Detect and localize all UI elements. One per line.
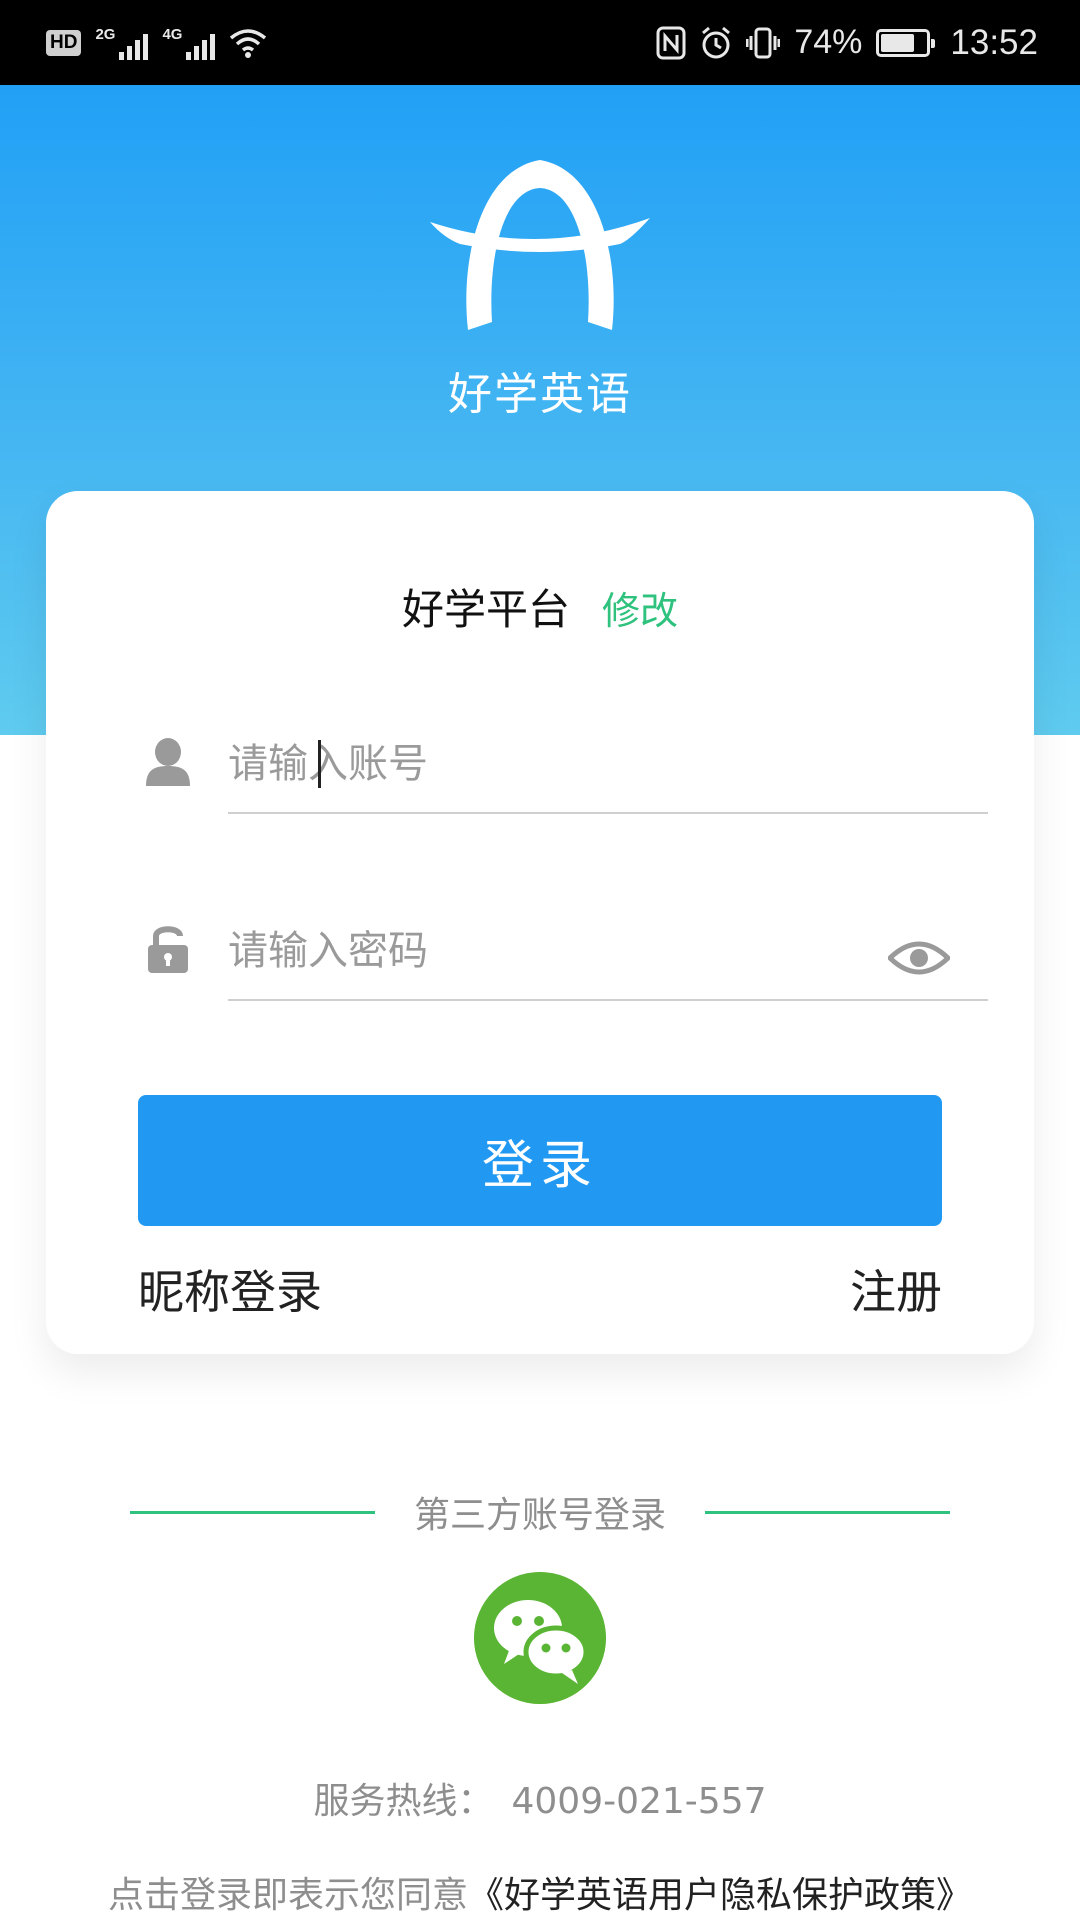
password-underline (228, 999, 988, 1001)
status-bar-left: HD 2G 4G (46, 26, 267, 60)
third-party-divider: 第三方账号登录 (130, 1486, 950, 1538)
battery-percent: 74% (794, 23, 863, 61)
account-field (146, 706, 988, 816)
wifi-icon (230, 28, 267, 58)
hotline-number[interactable]: 4009-021-557 (511, 1781, 766, 1822)
clock: 13:52 (950, 22, 1038, 62)
platform-row: 好学平台 修改 (46, 576, 1034, 637)
app-logo-icon (430, 160, 650, 330)
login-button[interactable]: 登录 (138, 1095, 942, 1226)
platform-name: 好学平台 (401, 585, 570, 634)
app-name: 好学英语 (448, 369, 632, 420)
account-underline (228, 812, 988, 814)
edit-platform-link[interactable]: 修改 (602, 580, 678, 635)
text-cursor (318, 740, 321, 788)
nfc-icon (656, 26, 686, 59)
status-bar: HD 2G 4G 74% 13:52 (0, 0, 1080, 85)
status-bar-right: 74% 13:52 (656, 23, 1038, 63)
divider-line-left (130, 1510, 375, 1514)
privacy-agreement: 点击登录即表示您同意《好学英语用户隐私保护政策》 (0, 1866, 1080, 1918)
signal-2g-icon: 2G (95, 26, 149, 60)
privacy-policy-link[interactable]: 《好学英语用户隐私保护政策》 (468, 1875, 972, 1916)
battery-icon (876, 28, 936, 57)
hotline-label: 服务热线： (313, 1781, 494, 1822)
agreement-prefix: 点击登录即表示您同意 (107, 1875, 468, 1916)
wechat-icon[interactable] (474, 1572, 606, 1704)
password-field (146, 893, 988, 1003)
user-icon (146, 738, 190, 786)
account-input[interactable] (228, 736, 848, 792)
service-hotline: 服务热线： 4009-021-557 (0, 1772, 1080, 1824)
third-party-label: 第三方账号登录 (413, 1495, 666, 1536)
vibrate-icon (746, 27, 781, 58)
login-screen: HD 2G 4G 74% 13:52 好学英语 好学平台 修改 请输入账号 登录… (0, 0, 1080, 1920)
login-card: 好学平台 修改 登录 (46, 491, 1034, 1354)
signal-4g-icon: 4G (162, 26, 216, 60)
unlock-icon (148, 926, 188, 973)
register-link[interactable]: 注册 (850, 1256, 942, 1322)
show-password-eye-icon[interactable] (888, 938, 950, 978)
hd-badge: HD (46, 29, 82, 56)
password-input[interactable] (228, 923, 848, 979)
nickname-login-link[interactable]: 昵称登录 (138, 1256, 322, 1322)
divider-line-right (704, 1510, 950, 1514)
alarm-icon (702, 26, 731, 58)
